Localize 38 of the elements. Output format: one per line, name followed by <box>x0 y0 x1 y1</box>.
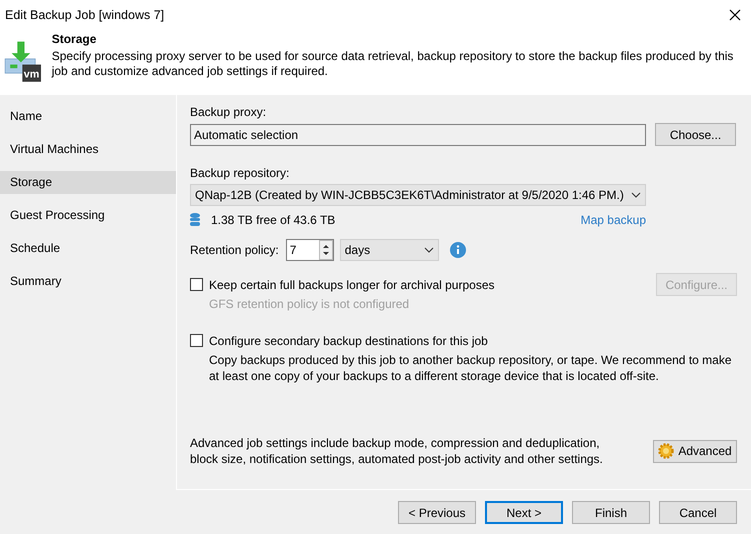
sidebar-item[interactable]: Name <box>0 105 176 128</box>
database-icon <box>190 213 200 227</box>
sidebar-item[interactable]: Schedule <box>0 237 176 260</box>
vm-backup-logo: vm <box>3 32 42 90</box>
proxy-field[interactable]: Automatic selection <box>190 124 646 146</box>
repository-dropdown[interactable]: QNap-12B (Created by WIN-JCBB5C3EK6T\Administrator at 9/5/2020 1:46 PM.) <box>190 184 646 206</box>
unit-dropdown[interactable]: days <box>340 239 439 261</box>
window-title: Edit Backup Job [windows 7] <box>5 8 164 22</box>
free-space-text: 1.38 TB free of 43.6 TB <box>211 213 336 227</box>
map-backup-link[interactable]: Map backup <box>580 213 646 227</box>
option-description: GFS retention policy is not configured <box>208 296 410 312</box>
wizard-button[interactable]: Finish <box>572 501 650 524</box>
field-label: Backup repository: <box>190 166 290 181</box>
wizard-button[interactable]: Next > <box>485 501 563 524</box>
caret-icon <box>424 247 434 253</box>
sidebar-item[interactable]: Storage <box>0 171 176 194</box>
field-label: Retention policy: <box>190 243 279 257</box>
sidebar-item[interactable]: Summary <box>0 270 176 293</box>
page-description: Specify processing proxy server to be used for source data retrieval, backup repository to store the backup files produced by this job and customize advanced job settings if required. <box>52 49 734 79</box>
sidebar-item[interactable]: Guest Processing <box>0 204 176 227</box>
option-description: Copy backups produced by this job to another backup repository, or tape. We recommend to make at least one copy of your backups to a different storage device that is located off-site. <box>208 352 733 384</box>
gear-icon <box>658 443 674 459</box>
sidebar-item[interactable]: Virtual Machines <box>0 138 176 161</box>
info-icon[interactable] <box>450 242 466 258</box>
page-title: Storage <box>52 32 98 46</box>
checkbox-label[interactable]: Configure secondary backup destinations for this job <box>209 334 488 348</box>
advanced-description: Advanced job settings include backup mode, compression and deduplication, block size, notification settings, automated post-job activity and other settings. <box>190 435 604 467</box>
field-label: Backup proxy: <box>190 105 268 120</box>
caret-icon <box>631 192 641 198</box>
choose-button[interactable]: Choose... <box>655 123 736 146</box>
checkbox[interactable] <box>190 334 203 347</box>
retention-spinner[interactable]: 7 <box>286 239 334 261</box>
checkbox[interactable] <box>190 278 203 291</box>
advanced-button[interactable]: Advanced <box>653 440 737 462</box>
checkbox-label[interactable]: Keep certain full backups longer for archival purposes <box>209 278 494 292</box>
close-icon[interactable] <box>729 9 741 21</box>
wizard-button[interactable]: < Previous <box>398 501 476 524</box>
wizard-button[interactable]: Cancel <box>659 501 737 524</box>
